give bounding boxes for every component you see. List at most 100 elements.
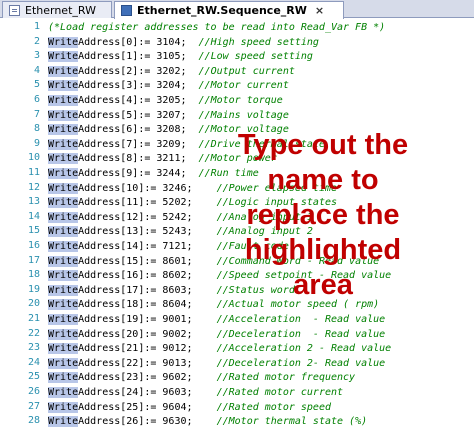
- statement: Address[23]:= 9602;: [78, 372, 217, 384]
- highlighted-identifier[interactable]: Write: [48, 284, 79, 296]
- line-number-gutter: 1 2 3 4 5 6 7 8 9 10 11 12 13 14 15 16 17 18 19 20 21 22 23 24 2…: [0, 19, 44, 439]
- code-comment: //Acceleration 2 - Read value: [216, 343, 392, 355]
- code-line[interactable]: WriteAddress[26]:= 9630; //Motor thermal…: [48, 415, 367, 429]
- highlighted-identifier[interactable]: Write: [48, 51, 79, 63]
- code-line[interactable]: WriteAddress[23]:= 9602; //Rated motor f…: [48, 371, 355, 385]
- function-block-icon: [121, 5, 132, 16]
- line-number: 10: [27, 152, 40, 164]
- line-number: 8: [33, 123, 40, 135]
- highlighted-identifier[interactable]: Write: [48, 95, 79, 106]
- line-number: 21: [27, 313, 40, 324]
- code-line[interactable]: WriteAddress[20]:= 9002; //Deceleration …: [48, 328, 385, 342]
- highlighted-identifier[interactable]: Write: [48, 372, 79, 384]
- code-comment: //Deceleration 2- Read value: [216, 357, 386, 369]
- line-number: 22: [27, 327, 40, 339]
- code-comment: //High speed setting: [198, 36, 319, 48]
- tab-ethernet-rw[interactable]: Ethernet_RW: [2, 1, 112, 18]
- statement: Address[10]:= 3246;: [78, 182, 217, 194]
- statement: Address[12]:= 5242;: [78, 211, 217, 223]
- line-number: 4: [33, 64, 40, 76]
- line-number: 20: [27, 298, 40, 310]
- tab-label: Ethernet_RW.Sequence_RW: [137, 4, 307, 17]
- code-line[interactable]: WriteAddress[3]:= 3204; //Motor current: [48, 79, 289, 93]
- code-line[interactable]: (*Load register addresses to be read int…: [48, 21, 385, 35]
- highlighted-identifier[interactable]: Write: [48, 270, 79, 282]
- highlighted-identifier[interactable]: Write: [48, 416, 79, 428]
- line-number: 24: [27, 356, 40, 368]
- highlighted-identifier[interactable]: Write: [48, 401, 79, 413]
- code-line[interactable]: WriteAddress[22]:= 9013; //Deceleration …: [48, 357, 385, 371]
- highlighted-identifier[interactable]: Write: [48, 36, 79, 48]
- code-line[interactable]: WriteAddress[21]:= 9012; //Acceleration …: [48, 342, 391, 356]
- highlighted-identifier[interactable]: Write: [48, 328, 79, 340]
- code-comment: //Rated motor frequency: [216, 372, 356, 384]
- statement: Address[4]:= 3205;: [78, 95, 199, 106]
- tab-label: Ethernet_RW: [25, 3, 96, 17]
- highlighted-identifier[interactable]: Write: [48, 343, 79, 355]
- code-comment: (*Load register addresses to be read int…: [48, 22, 386, 33]
- statement: Address[13]:= 5243;: [78, 226, 217, 238]
- code-comment: //Rated motor speed: [216, 401, 331, 413]
- line-number: 13: [27, 196, 40, 208]
- highlighted-identifier[interactable]: Write: [48, 226, 79, 238]
- highlighted-identifier[interactable]: Write: [48, 211, 79, 223]
- highlighted-identifier[interactable]: Write: [48, 197, 79, 209]
- statement: Address[20]:= 9002;: [78, 328, 217, 340]
- highlighted-identifier[interactable]: Write: [48, 314, 79, 325]
- highlighted-identifier[interactable]: Write: [48, 387, 79, 398]
- statement: Address[5]:= 3207;: [78, 109, 199, 121]
- statement: Address[19]:= 9001;: [78, 314, 217, 325]
- code-line[interactable]: WriteAddress[1]:= 3105; //Low speed sett…: [48, 50, 313, 64]
- statement: Address[1]:= 3105;: [78, 51, 199, 63]
- statement: Address[25]:= 9604;: [78, 401, 217, 413]
- highlighted-identifier[interactable]: Write: [48, 255, 79, 267]
- code-line[interactable]: WriteAddress[5]:= 3207; //Mains voltage: [48, 109, 289, 123]
- annotation-overlay: Type out the name to replace the highlig…: [237, 129, 409, 301]
- statement: Address[21]:= 9012;: [78, 343, 217, 355]
- code-comment: //Low speed setting: [198, 51, 313, 63]
- code-comment: //Deceleration - Read value: [216, 328, 386, 340]
- editor-tab-bar: Ethernet_RW Ethernet_RW.Sequence_RW ×: [0, 0, 474, 19]
- code-line[interactable]: WriteAddress[25]:= 9604; //Rated motor s…: [48, 401, 331, 415]
- tab-ethernet-rw-sequence-rw[interactable]: Ethernet_RW.Sequence_RW ×: [114, 1, 344, 19]
- line-number: 19: [27, 283, 40, 295]
- statement: Address[3]:= 3204;: [78, 80, 199, 92]
- code-line[interactable]: WriteAddress[2]:= 3202; //Output current: [48, 65, 295, 79]
- highlighted-identifier[interactable]: Write: [48, 153, 79, 165]
- statement: Address[0]:= 3104;: [78, 36, 199, 48]
- line-number: 12: [27, 181, 40, 193]
- line-number: 9: [33, 137, 40, 149]
- highlighted-identifier[interactable]: Write: [48, 65, 79, 77]
- statement: Address[22]:= 9013;: [78, 357, 217, 369]
- close-icon[interactable]: ×: [315, 4, 324, 17]
- highlighted-identifier[interactable]: Write: [48, 357, 79, 369]
- statement: Address[2]:= 3202;: [78, 65, 199, 77]
- line-number: 26: [27, 386, 40, 397]
- line-number: 17: [27, 254, 40, 266]
- code-line[interactable]: WriteAddress[4]:= 3205; //Motor torque: [48, 94, 283, 108]
- highlighted-identifier[interactable]: Write: [48, 182, 79, 194]
- highlighted-identifier[interactable]: Write: [48, 299, 79, 311]
- highlighted-identifier[interactable]: Write: [48, 168, 79, 179]
- code-comment: //Acceleration - Read value: [216, 314, 386, 325]
- code-comment: //Mains voltage: [198, 109, 289, 121]
- code-comment: //Motor current: [198, 80, 289, 92]
- code-line[interactable]: WriteAddress[24]:= 9603; //Rated motor c…: [48, 386, 343, 400]
- code-line[interactable]: WriteAddress[19]:= 9001; //Acceleration …: [48, 313, 385, 327]
- statement: Address[17]:= 8603;: [78, 284, 217, 296]
- highlighted-identifier[interactable]: Write: [48, 109, 79, 121]
- code-line[interactable]: WriteAddress[0]:= 3104; //High speed set…: [48, 36, 319, 50]
- highlighted-identifier[interactable]: Write: [48, 124, 79, 136]
- line-number: 1: [33, 21, 40, 32]
- highlighted-identifier[interactable]: Write: [48, 138, 79, 150]
- highlighted-identifier[interactable]: Write: [48, 80, 79, 92]
- code-comment: //Motor torque: [198, 95, 283, 106]
- line-number: 2: [33, 35, 40, 47]
- line-number: 7: [33, 108, 40, 120]
- line-number: 15: [27, 225, 40, 237]
- highlighted-identifier[interactable]: Write: [48, 241, 79, 252]
- line-number: 3: [33, 50, 40, 62]
- line-number: 23: [27, 342, 40, 354]
- statement: Address[14]:= 7121;: [78, 241, 217, 252]
- statement: Address[9]:= 3244;: [78, 168, 199, 179]
